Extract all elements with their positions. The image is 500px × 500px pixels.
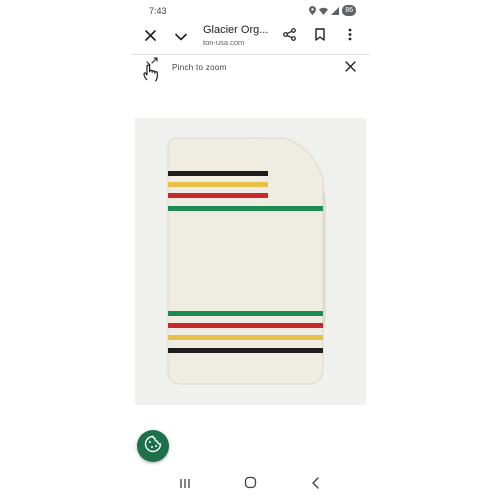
signal-icon: [331, 6, 340, 15]
chevron-down-icon: [175, 28, 187, 46]
home-icon: [244, 476, 257, 494]
title-block[interactable]: Glacier Org... ton-usa.com: [203, 24, 283, 47]
page-title: Glacier Org...: [203, 24, 269, 36]
system-navigation-bar: [131, 470, 370, 500]
page-url: ton-usa.com: [203, 38, 245, 47]
recent-apps-icon: [179, 476, 191, 494]
close-button[interactable]: [139, 26, 161, 48]
back-button[interactable]: [307, 477, 323, 493]
bookmark-button[interactable]: [309, 26, 331, 48]
close-icon: [344, 59, 356, 77]
expand-button[interactable]: [170, 26, 192, 48]
pinch-gesture-icon: [139, 57, 165, 88]
location-icon: [309, 6, 317, 15]
cookie-settings-button[interactable]: [137, 430, 169, 462]
dismiss-hint-button[interactable]: [341, 59, 359, 77]
phone-screen: 7:43 86 Glacier Org... ton-usa.com Pinch…: [131, 0, 370, 500]
recent-apps-button[interactable]: [177, 477, 193, 493]
pinch-to-zoom-hint: Pinch to zoom: [131, 55, 370, 83]
custom-tab-toolbar: Glacier Org... ton-usa.com: [131, 20, 370, 55]
bookmark-icon: [315, 28, 325, 46]
wifi-icon: [319, 7, 329, 15]
home-button[interactable]: [242, 476, 258, 494]
cookie-icon: [144, 435, 162, 458]
share-button[interactable]: [278, 26, 300, 48]
status-icons: 86: [309, 5, 356, 16]
back-icon: [311, 476, 320, 494]
battery-icon: 86: [342, 5, 356, 16]
share-icon: [282, 28, 296, 46]
more-options-button[interactable]: [339, 26, 361, 48]
blanket-illustration: [167, 137, 326, 385]
status-time: 7:43: [149, 6, 167, 16]
more-vert-icon: [348, 28, 352, 46]
close-icon: [144, 28, 156, 46]
product-image[interactable]: [135, 118, 366, 405]
pinch-hint-text: Pinch to zoom: [172, 63, 227, 72]
